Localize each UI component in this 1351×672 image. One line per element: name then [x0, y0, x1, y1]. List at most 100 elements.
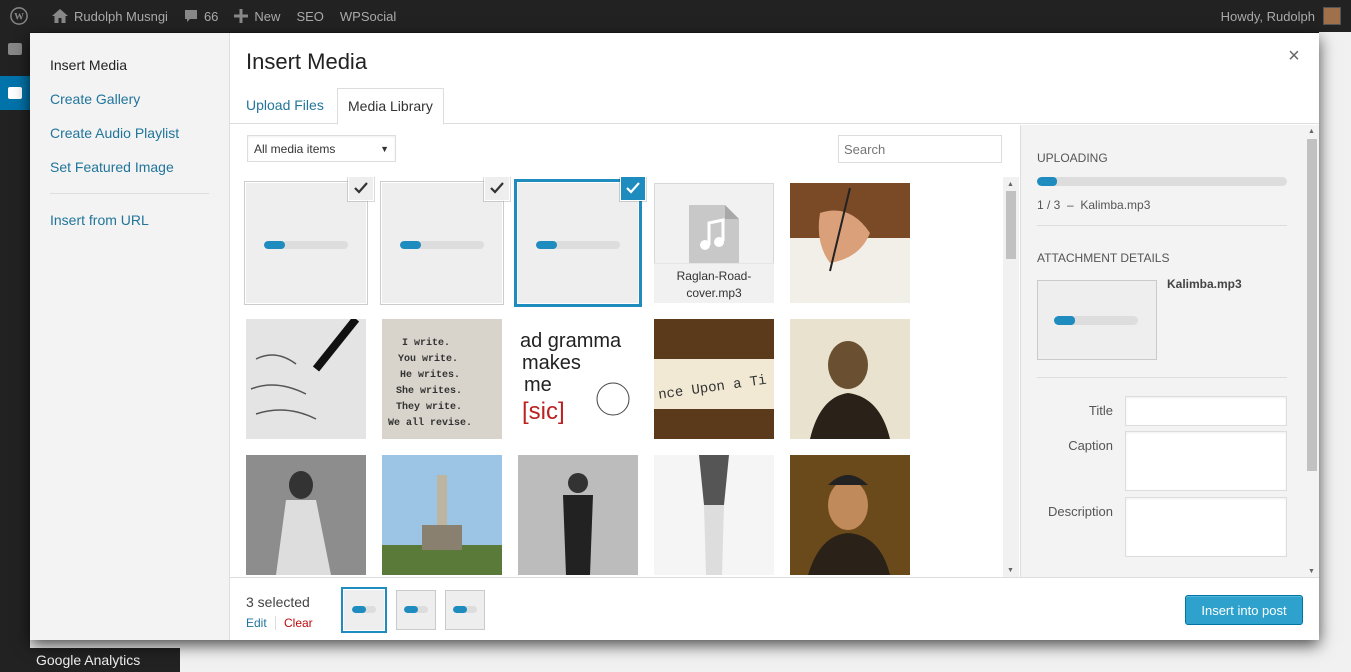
- wordpress-icon: W: [10, 7, 28, 25]
- sketch-figure-image: [654, 455, 774, 575]
- typewriter-image: nce Upon a Ti: [654, 319, 774, 439]
- new-content-link[interactable]: New: [226, 0, 288, 32]
- attachment-image[interactable]: [790, 455, 910, 575]
- clear-selection-link[interactable]: Clear: [284, 616, 313, 630]
- attachments-toolbar: All media items ▼: [230, 125, 1019, 177]
- menu-insert-media[interactable]: Insert Media: [30, 53, 229, 87]
- search-input[interactable]: [838, 135, 1002, 163]
- scroll-up-icon[interactable]: ▲: [1007, 181, 1014, 188]
- menu-posts[interactable]: [0, 76, 30, 110]
- attachment-image[interactable]: [790, 183, 910, 303]
- svg-text:[sic]: [sic]: [522, 398, 565, 425]
- admin-side-menu: [0, 32, 30, 672]
- mini-progress-fill: [352, 606, 367, 613]
- selection-count: 3 selected: [246, 594, 310, 610]
- attachment-image[interactable]: [654, 455, 774, 575]
- upload-progress-bar: [264, 241, 348, 249]
- comments-link[interactable]: 66: [176, 0, 226, 32]
- preview-progress-bar: [1054, 316, 1138, 325]
- account-menu[interactable]: Howdy, Rudolph: [1213, 0, 1351, 32]
- modal-title: Insert Media: [246, 49, 368, 74]
- attachment-image[interactable]: [246, 455, 366, 575]
- check-button[interactable]: [349, 177, 373, 200]
- menu-separator: [50, 193, 209, 194]
- grid-scrollbar-thumb[interactable]: [1006, 191, 1016, 259]
- attachment-uploading[interactable]: [246, 177, 373, 303]
- upload-status-text: 1 / 3 – Kalimba.mp3: [1037, 198, 1151, 212]
- description-field[interactable]: [1125, 497, 1287, 557]
- attachment-image[interactable]: ad gramma makes me [sic]: [518, 319, 638, 439]
- selection-thumbnail[interactable]: [396, 590, 436, 630]
- media-filter-select[interactable]: All media items ▼: [247, 135, 396, 162]
- seo-link[interactable]: SEO: [288, 0, 331, 32]
- svg-text:ad gramma: ad gramma: [520, 330, 622, 352]
- new-label: New: [254, 8, 281, 24]
- svg-text:You write.: You write.: [398, 353, 458, 365]
- media-sidebar: UPLOADING 1 / 3 – Kalimba.mp3 ATTACHMENT…: [1020, 125, 1319, 577]
- edit-selection-link[interactable]: Edit: [246, 616, 267, 630]
- attachment-image[interactable]: [246, 319, 366, 439]
- svg-text:I write.: I write.: [402, 337, 450, 349]
- attachment-image[interactable]: nce Upon a Ti: [654, 319, 774, 439]
- upload-progress-fill: [536, 241, 557, 249]
- standing-man-image: [518, 455, 638, 575]
- check-button[interactable]: [621, 177, 645, 200]
- attachment-audio[interactable]: Raglan-Road-cover.mp3: [654, 183, 774, 303]
- menu-create-gallery[interactable]: Create Gallery: [30, 87, 229, 121]
- site-name-link[interactable]: Rudolph Musngi: [44, 0, 176, 32]
- check-icon: [354, 182, 368, 194]
- mini-progress-bar: [404, 606, 428, 613]
- attachment-image[interactable]: [382, 455, 502, 575]
- sidebar-scrollbar[interactable]: ▲ ▼: [1305, 125, 1319, 577]
- scroll-down-icon[interactable]: ▼: [1308, 568, 1315, 575]
- filter-value: All media items: [254, 142, 336, 156]
- grid-scrollbar[interactable]: ▲ ▼: [1003, 177, 1019, 577]
- check-icon: [490, 182, 504, 194]
- tab-upload-files[interactable]: Upload Files: [236, 88, 334, 124]
- wordpress-logo[interactable]: W: [0, 0, 44, 32]
- check-button[interactable]: [485, 177, 509, 200]
- scroll-down-icon[interactable]: ▼: [1007, 567, 1014, 574]
- attachment-uploading[interactable]: [382, 177, 509, 303]
- mini-progress-bar: [453, 606, 477, 613]
- mini-progress-fill: [453, 606, 468, 613]
- title-field[interactable]: [1125, 396, 1287, 426]
- scroll-up-icon[interactable]: ▲: [1308, 128, 1315, 135]
- attachment-image[interactable]: I write. You write. He writes. She writes. T…: [382, 319, 502, 439]
- media-toolbar: 3 selected Edit Clear Insert into post: [230, 577, 1319, 640]
- sidebar-scrollbar-thumb[interactable]: [1307, 139, 1317, 471]
- menu-google-analytics[interactable]: Google Analytics: [0, 648, 180, 672]
- svg-text:She writes.: She writes.: [396, 385, 462, 397]
- plus-icon: [234, 9, 249, 23]
- svg-text:He writes.: He writes.: [400, 369, 460, 381]
- attachment-uploading-focused[interactable]: [518, 177, 645, 303]
- tab-media-library[interactable]: Media Library: [337, 88, 444, 125]
- menu-dashboard[interactable]: [0, 32, 30, 66]
- audio-file-icon: [689, 205, 739, 263]
- description-label: Description: [1047, 504, 1113, 519]
- home-icon: [52, 9, 68, 23]
- avatar: [1323, 7, 1341, 25]
- color-portrait-image: [790, 455, 910, 575]
- media-modal: Insert Media Create Gallery Create Audio…: [30, 33, 1319, 640]
- hand-writing-image: [790, 183, 910, 303]
- menu-set-featured-image[interactable]: Set Featured Image: [30, 155, 229, 189]
- preview-progress-fill: [1054, 316, 1075, 325]
- svg-text:makes: makes: [522, 352, 581, 374]
- menu-create-audio-playlist[interactable]: Create Audio Playlist: [30, 121, 229, 155]
- selection-thumbnail[interactable]: [344, 590, 384, 630]
- title-label: Title: [1088, 403, 1113, 418]
- close-icon: ×: [1288, 44, 1300, 67]
- page-background: [1319, 32, 1351, 672]
- attachment-image[interactable]: [790, 319, 910, 439]
- attachment-details-heading: ATTACHMENT DETAILS: [1037, 251, 1170, 265]
- close-button[interactable]: ×: [1279, 41, 1309, 71]
- wpsocial-link[interactable]: WPSocial: [332, 0, 404, 32]
- selection-thumbnail[interactable]: [445, 590, 485, 630]
- caption-field[interactable]: [1125, 431, 1287, 491]
- upload-status-bar: [1037, 177, 1287, 186]
- attachment-image[interactable]: [518, 455, 638, 575]
- sidebar-divider: [1037, 377, 1287, 378]
- insert-into-post-button[interactable]: Insert into post: [1185, 595, 1303, 625]
- menu-insert-from-url[interactable]: Insert from URL: [30, 208, 229, 242]
